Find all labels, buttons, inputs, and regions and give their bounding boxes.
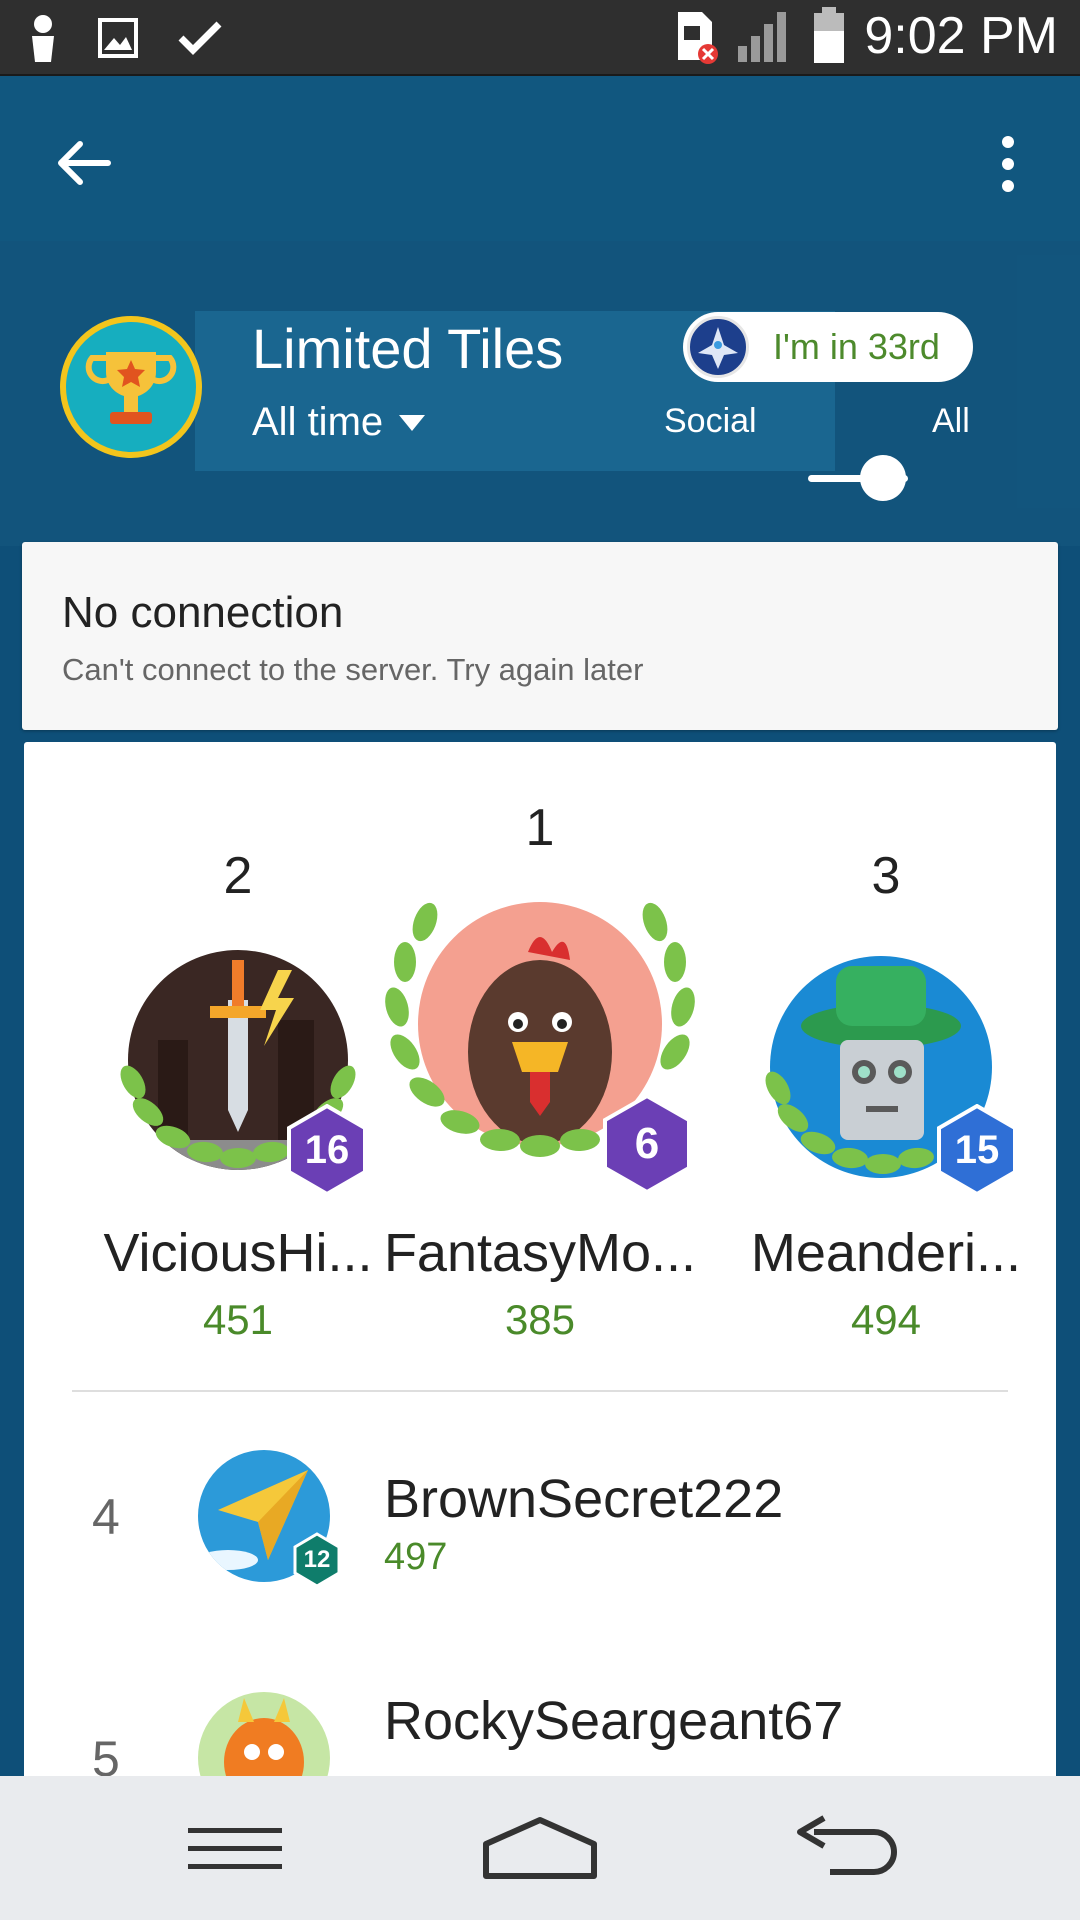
podium-rank: 3 — [871, 847, 901, 905]
all-label: All — [932, 402, 970, 440]
podium-entry-1[interactable]: 1 6 FantasyMo... 385 — [370, 742, 710, 1362]
my-rank-button[interactable]: I'm in 33rd — [683, 312, 973, 382]
podium-entry-2[interactable]: 2 16 ViciousHi... 451 — [68, 742, 408, 1362]
notice-title: No connection — [62, 588, 344, 637]
battery-icon — [814, 7, 845, 63]
more-vert-icon — [1002, 136, 1014, 192]
toggle-knob — [860, 455, 906, 501]
back-arrow-icon — [797, 1815, 897, 1875]
time-filter-dropdown[interactable]: All time — [252, 400, 427, 445]
podium-entry-3[interactable]: 3 15 Meanderi... 494 — [716, 742, 1056, 1362]
player-score: 451 — [202, 1296, 274, 1343]
person-icon — [32, 15, 54, 62]
rank-number: 4 — [92, 1489, 120, 1545]
page-title: Limited Tiles — [252, 317, 564, 380]
level-badge: 6 — [602, 1093, 692, 1195]
notice-message: Can't connect to the server. Try again l… — [62, 652, 644, 687]
status-bar: 9:02 PM — [0, 0, 1080, 76]
home-button[interactable] — [482, 1816, 598, 1880]
list-item[interactable]: 4 12 BrownSecret222 497 — [24, 1438, 1056, 1638]
time-filter-label: All time — [252, 400, 384, 444]
leaderboard-card: 2 16 ViciousHi... 451 1 6 FantasyMo... 3… — [24, 742, 1056, 1782]
player-name: ViciousHi... — [103, 1223, 373, 1283]
recent-apps-button[interactable] — [186, 1824, 286, 1874]
back-nav-button[interactable] — [790, 1814, 900, 1880]
player-name: Meanderi... — [750, 1223, 1022, 1283]
player-score: 497 — [384, 1536, 448, 1578]
avatar — [687, 316, 749, 378]
player-score: 494 — [850, 1296, 922, 1343]
player-score: 385 — [504, 1296, 576, 1343]
trophy-icon — [60, 316, 202, 458]
player-name: FantasyMo... — [383, 1223, 697, 1283]
level-badge: 16 — [286, 1103, 368, 1197]
list-item[interactable]: 5 RockySeargeant67 — [24, 1680, 1056, 1782]
my-rank-label: I'm in 33rd — [773, 326, 940, 367]
check-icon — [178, 21, 222, 55]
social-label: Social — [664, 402, 757, 440]
overflow-menu-button[interactable] — [990, 132, 1026, 196]
dropdown-arrow-icon — [399, 414, 426, 431]
level-badge: 15 — [936, 1103, 1018, 1197]
player-name: BrownSecret222 — [384, 1469, 784, 1529]
system-nav-bar — [0, 1776, 1080, 1920]
clock: 9:02 PM — [864, 7, 1058, 65]
home-icon — [483, 1817, 597, 1879]
rank-number: 5 — [92, 1731, 120, 1782]
leaderboard-header: Limited Tiles All time I'm in 33rd Socia… — [0, 76, 1080, 546]
signal-icon — [738, 12, 787, 62]
divider — [72, 1390, 1008, 1392]
arrow-back-icon — [58, 141, 111, 185]
sim-error-icon — [678, 12, 719, 64]
avatar — [198, 1692, 330, 1782]
player-name: RockySeargeant67 — [384, 1691, 844, 1751]
image-icon — [98, 18, 138, 58]
no-connection-card: No connection Can't connect to the serve… — [22, 542, 1058, 730]
menu-icon — [188, 1828, 282, 1869]
podium-rank: 2 — [223, 847, 253, 905]
level-badge: 12 — [292, 1532, 342, 1588]
podium-rank: 1 — [525, 799, 555, 857]
back-button[interactable] — [52, 132, 114, 194]
